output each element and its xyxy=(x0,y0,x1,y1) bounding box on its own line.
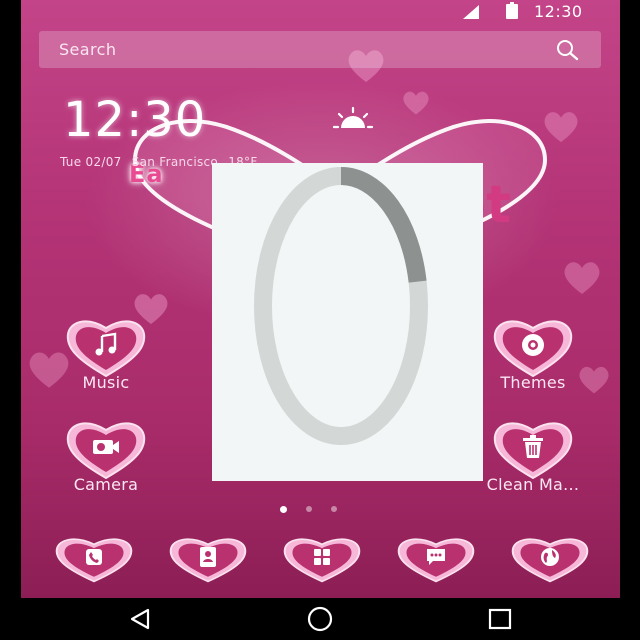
dock-contacts[interactable] xyxy=(167,535,249,585)
app-drawer-icon xyxy=(314,549,330,565)
battery-icon xyxy=(506,2,518,19)
app-themes[interactable]: Themes xyxy=(478,316,588,392)
dock-messages[interactable] xyxy=(395,535,477,585)
dock-phone[interactable] xyxy=(53,535,135,585)
signal-icon xyxy=(463,5,479,19)
loading-spinner-icon xyxy=(254,167,428,445)
recents-icon[interactable] xyxy=(487,607,513,631)
status-bar: 12:30 xyxy=(21,0,620,24)
search-icon[interactable] xyxy=(555,38,579,62)
messages-icon xyxy=(427,549,445,565)
browser-icon xyxy=(541,548,559,566)
search-bar[interactable]: Search xyxy=(39,31,601,68)
page-dot[interactable] xyxy=(331,506,337,512)
navigation-bar xyxy=(0,598,640,640)
status-time: 12:30 xyxy=(534,2,583,21)
search-placeholder: Search xyxy=(59,40,117,59)
trash-icon xyxy=(523,435,543,458)
contacts-icon xyxy=(200,547,216,567)
app-clean-master[interactable]: Clean Ma... xyxy=(478,418,588,494)
themes-icon xyxy=(522,334,544,356)
dock-app-drawer[interactable] xyxy=(281,535,363,585)
dock-browser[interactable] xyxy=(509,535,591,585)
home-icon[interactable] xyxy=(306,606,334,632)
music-icon xyxy=(95,332,117,356)
back-icon[interactable] xyxy=(128,608,152,630)
page-dot-active[interactable] xyxy=(280,506,287,513)
page-dot[interactable] xyxy=(306,506,312,512)
camera-icon xyxy=(93,440,119,454)
loading-dialog xyxy=(212,163,483,481)
app-camera[interactable]: Camera xyxy=(51,418,161,494)
phone-icon xyxy=(86,549,102,565)
clock-time[interactable]: 12:30 xyxy=(63,92,206,148)
home-screen: 12:30 Search Ea et 12:30 Tue 02/07 San F… xyxy=(21,0,620,598)
clock-date: Tue 02/07 xyxy=(60,155,122,169)
app-music[interactable]: Music xyxy=(51,316,161,392)
weather-sun-icon[interactable] xyxy=(333,106,373,138)
clock-location: San Francisco xyxy=(131,155,219,169)
